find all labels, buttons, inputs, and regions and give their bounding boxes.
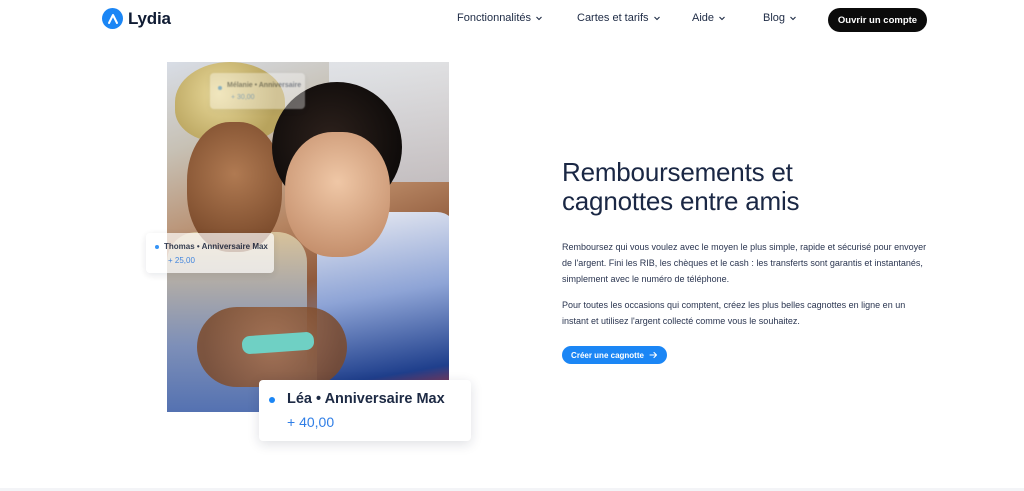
brand-name: Lydia <box>128 8 171 28</box>
logo[interactable]: Lydia <box>102 8 171 29</box>
chevron-down-icon <box>790 16 796 21</box>
payment-amount: + 25,00 <box>168 256 195 265</box>
payment-card-melanie: Mélanie • Anniversaire + 30,00 <box>210 73 305 109</box>
nav-item-label: Cartes et tarifs <box>577 12 649 24</box>
payment-amount: + 30,00 <box>231 94 255 101</box>
open-account-button[interactable]: Ouvrir un compte <box>828 8 927 32</box>
status-dot <box>155 245 159 249</box>
create-pot-button[interactable]: Créer une cagnotte <box>562 346 667 364</box>
status-dot <box>269 397 275 403</box>
create-pot-label: Créer une cagnotte <box>571 350 644 360</box>
status-dot <box>218 86 222 90</box>
payment-title: Mélanie • Anniversaire <box>227 82 302 89</box>
section-paragraph-1: Remboursez qui vous voulez avec le moyen… <box>562 242 927 284</box>
chevron-down-icon <box>653 16 660 21</box>
payment-amount: + 40,00 <box>287 414 335 430</box>
nav-item-label: Aide <box>692 12 715 24</box>
arrow-right-icon <box>649 351 658 359</box>
lydia-logo-icon <box>102 8 123 29</box>
nav-item-aide[interactable]: Aide <box>692 12 726 24</box>
nav-item-label: Blog <box>763 12 786 24</box>
chevron-down-icon <box>719 16 725 21</box>
payment-title: Thomas • Anniversaire Max <box>164 242 268 251</box>
nav-item-blog[interactable]: Blog <box>763 12 797 24</box>
nav-item-cartes-et-tarifs[interactable]: Cartes et tarifs <box>577 12 661 24</box>
payment-card-thomas: Thomas • Anniversaire Max + 25,00 <box>146 233 274 273</box>
chevron-down-icon <box>536 16 542 21</box>
payment-title: Léa • Anniversaire Max <box>287 391 445 407</box>
section-headline: Remboursements et cagnottes entre amis <box>562 157 800 216</box>
nav-item-fonctionnalites[interactable]: Fonctionnalités <box>457 12 543 24</box>
section-paragraph-2: Pour toutes les occasions qui comptent, … <box>562 300 906 326</box>
payment-card-lea: Léa • Anniversaire Max + 40,00 <box>259 380 471 441</box>
nav-item-label: Fonctionnalités <box>457 12 531 24</box>
site-header: Lydia Fonctionnalités Cartes et tarifs A… <box>0 0 1024 40</box>
